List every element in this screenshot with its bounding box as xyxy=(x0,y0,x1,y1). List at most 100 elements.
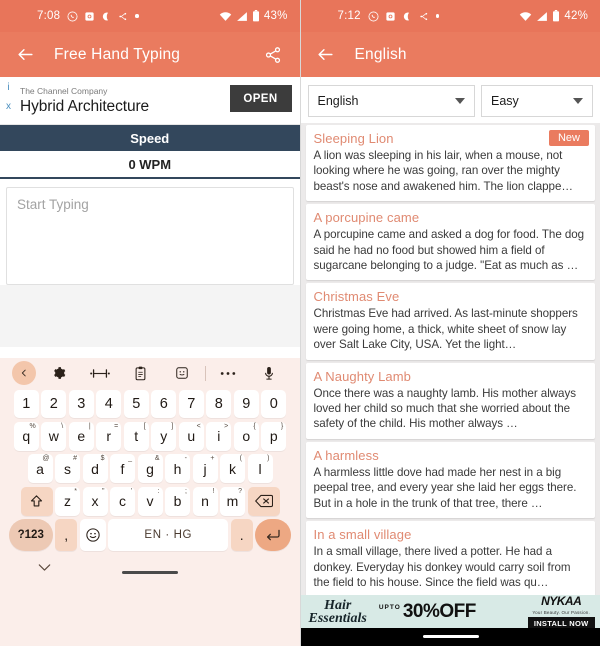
key-2[interactable]: 2 xyxy=(41,390,67,418)
space-key[interactable]: EN · HG xyxy=(108,519,229,551)
ad-marks: i x xyxy=(2,83,15,112)
key-j[interactable]: + j xyxy=(192,454,218,483)
key-0[interactable]: 0 xyxy=(261,390,287,418)
key-sup: ' xyxy=(130,487,132,495)
key-p[interactable]: } p xyxy=(261,421,287,451)
list-item[interactable]: A Naughty Lamb Once there was a naughty … xyxy=(305,362,595,439)
list-item[interactable]: Sleeping Lion New A lion was sleeping in… xyxy=(305,125,595,202)
key-x[interactable]: " x xyxy=(82,486,108,516)
key-f[interactable]: _ f xyxy=(110,454,135,483)
backspace-icon[interactable] xyxy=(247,486,280,516)
shift-icon[interactable] xyxy=(20,486,53,516)
key-sup: \ xyxy=(61,422,64,430)
list-item[interactable]: A harmless A harmless little dove had ma… xyxy=(305,441,595,519)
key-label: n xyxy=(201,493,209,509)
on-screen-keyboard: 1 2 3 4 5 6 7 8 9 0 % q \ w | e = r [t ] y < u… xyxy=(0,358,300,646)
key-9[interactable]: 9 xyxy=(233,390,259,418)
key-4[interactable]: 4 xyxy=(96,390,122,418)
key-b[interactable]: ; b xyxy=(165,486,190,516)
key-label: j xyxy=(203,460,207,477)
chevron-down-icon[interactable] xyxy=(38,563,51,572)
key-sup: $ xyxy=(100,455,105,462)
ad-open-button[interactable]: OPEN xyxy=(229,85,292,112)
key-y[interactable]: ] y xyxy=(151,421,177,451)
battery-icon xyxy=(252,10,260,22)
key-k[interactable]: (k xyxy=(220,454,245,483)
ad-info-icon[interactable]: i xyxy=(7,83,9,93)
wifi-icon xyxy=(219,11,232,22)
key-sup: { xyxy=(253,422,256,430)
key-u[interactable]: < u xyxy=(178,421,204,451)
key-l[interactable]: ) l xyxy=(247,454,273,483)
arrow-back-icon[interactable] xyxy=(315,44,337,66)
key-h[interactable]: -h xyxy=(165,454,190,483)
key-e[interactable]: | e xyxy=(68,421,94,451)
typing-input[interactable]: Start Typing xyxy=(6,187,294,285)
key-8[interactable]: 8 xyxy=(206,390,232,418)
language-select[interactable]: English xyxy=(307,85,475,117)
list-item[interactable]: A porcupine came A porcupine came and as… xyxy=(305,204,595,281)
key-3[interactable]: 3 xyxy=(68,390,94,418)
key-o[interactable]: {o xyxy=(233,421,259,451)
key-i[interactable]: > i xyxy=(206,421,232,451)
toolbar-divider xyxy=(204,365,206,381)
enter-icon[interactable] xyxy=(255,519,292,551)
difficulty-select[interactable]: Easy xyxy=(481,85,593,117)
key-sup: ; xyxy=(185,487,187,495)
page-title: English xyxy=(354,45,407,63)
key-label: u xyxy=(187,428,196,444)
story-body: A harmless little dove had made her nest… xyxy=(313,465,577,510)
whatsapp-icon xyxy=(368,11,379,22)
key-sup: ) xyxy=(267,455,270,462)
story-list: Sleeping Lion New A lion was sleeping in… xyxy=(300,123,600,598)
key-t[interactable]: [t xyxy=(123,421,149,451)
status-badge: New xyxy=(548,130,589,146)
symbols-key[interactable]: ?123 xyxy=(8,519,53,551)
key-a[interactable]: @ a xyxy=(27,454,53,483)
install-now-button[interactable]: INSTALL NOW xyxy=(527,616,595,628)
key-w[interactable]: \ w xyxy=(41,421,67,451)
ad-banner-bottom[interactable]: Hair Essentials UPTO 30%OFF NYKAA Your B… xyxy=(300,595,600,628)
gear-icon[interactable] xyxy=(38,366,79,380)
key-6[interactable]: 6 xyxy=(151,390,177,418)
emoji-icon[interactable] xyxy=(79,519,106,551)
key-d[interactable]: $ d xyxy=(82,454,108,483)
ad-banner-tagline: Your Beauty. Our Passion. xyxy=(532,609,590,615)
key-q[interactable]: % q xyxy=(13,421,39,451)
ad-banner-line1: Hair xyxy=(324,597,352,613)
arrow-back-icon[interactable] xyxy=(14,44,36,66)
ad-banner-top[interactable]: i x The Channel Company Hybrid Architect… xyxy=(0,77,300,125)
key-n[interactable]: ! n xyxy=(192,486,218,516)
key-v[interactable]: :v xyxy=(137,486,163,516)
list-item[interactable]: In a small village In a small village, t… xyxy=(305,521,595,598)
key-r[interactable]: = r xyxy=(96,421,122,451)
story-body: Christmas Eve had arrived. As last-minut… xyxy=(313,307,578,352)
cursor-move-icon[interactable] xyxy=(79,367,120,380)
key-period[interactable]: . xyxy=(230,519,253,551)
sticker-icon[interactable] xyxy=(162,366,203,380)
key-5[interactable]: 5 xyxy=(123,390,149,418)
story-title: A harmless xyxy=(313,447,379,463)
key-1[interactable]: 1 xyxy=(13,390,39,418)
key-s[interactable]: # s xyxy=(55,454,80,483)
key-m[interactable]: ? m xyxy=(220,486,245,516)
chevron-left-icon[interactable] xyxy=(10,361,38,385)
more-icon[interactable] xyxy=(208,371,249,376)
ad-banner-wordmark: Hair Essentials xyxy=(308,597,367,626)
home-gesture-handle[interactable] xyxy=(422,635,479,638)
list-item[interactable]: Christmas Eve Christmas Eve had arrived.… xyxy=(305,283,595,360)
share-icon[interactable] xyxy=(262,44,284,66)
mic-icon[interactable] xyxy=(249,366,290,381)
ad-close-icon[interactable]: x xyxy=(6,102,11,112)
ad-banner-line2: Essentials xyxy=(308,610,367,626)
story-body: A lion was sleeping in his lair, when a … xyxy=(313,149,573,193)
key-label: h xyxy=(173,460,182,477)
key-comma[interactable]: , xyxy=(55,519,78,551)
key-g[interactable]: & g xyxy=(137,454,163,483)
key-z[interactable]: * z xyxy=(55,486,80,516)
key-sup: & xyxy=(154,455,160,462)
home-gesture-handle[interactable] xyxy=(122,570,178,574)
key-c[interactable]: ' c xyxy=(110,486,135,516)
clipboard-icon[interactable] xyxy=(120,366,161,381)
key-7[interactable]: 7 xyxy=(178,390,204,418)
